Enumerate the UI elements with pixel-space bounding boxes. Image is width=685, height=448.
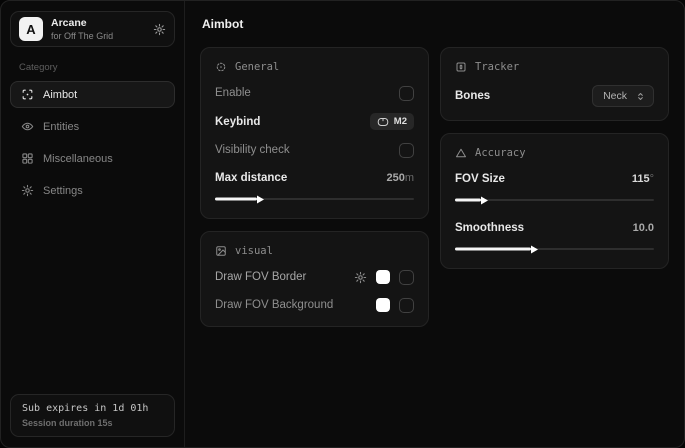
visibility-check-label: Visibility check (215, 144, 290, 156)
gear-icon[interactable] (153, 23, 166, 36)
max-distance-slider[interactable] (215, 193, 414, 205)
smoothness-slider[interactable] (455, 243, 654, 255)
general-card-header: General (215, 59, 414, 73)
app-header-card: A Arcane for Off The Grid (10, 11, 175, 47)
draw-fov-background-controls (376, 298, 414, 313)
fov-size-row: FOV Size 115° (455, 171, 654, 187)
max-distance-number: 250 (386, 172, 404, 184)
sidebar: A Arcane for Off The Grid Category Aimbo… (1, 1, 185, 447)
triangle-angle-icon (455, 147, 467, 159)
right-column: Tracker Bones Neck (440, 47, 669, 269)
grid-icon (21, 152, 34, 165)
sidebar-item-settings[interactable]: Settings (10, 177, 175, 204)
keybind-row: Keybind M2 (215, 113, 414, 130)
tracker-box-icon (455, 61, 467, 73)
fov-size-label: FOV Size (455, 173, 505, 185)
sidebar-item-entities[interactable]: Entities (10, 113, 175, 140)
entities-eye-icon (21, 120, 34, 133)
sidebar-item-label: Settings (43, 185, 83, 197)
fov-border-settings-gear-icon[interactable] (354, 271, 367, 284)
enable-row: Enable (215, 85, 414, 101)
app-subtitle: for Off The Grid (51, 31, 113, 42)
mouse-icon (377, 117, 389, 127)
enable-label: Enable (215, 87, 251, 99)
app-title-block: Arcane for Off The Grid (51, 17, 113, 41)
card-columns: General Enable Keybind M2 (200, 47, 669, 327)
general-card: General Enable Keybind M2 (200, 47, 429, 219)
draw-fov-background-label: Draw FOV Background (215, 299, 333, 311)
sidebar-item-miscellaneous[interactable]: Miscellaneous (10, 145, 175, 172)
visual-card-title: visual (235, 245, 273, 257)
keybind-value: M2 (394, 116, 407, 127)
draw-fov-border-label: Draw FOV Border (215, 271, 306, 283)
draw-fov-border-checkbox[interactable] (399, 270, 414, 285)
smoothness-row: Smoothness 10.0 (455, 220, 654, 236)
fov-size-value: 115° (632, 173, 654, 185)
visibility-check-checkbox[interactable] (399, 143, 414, 158)
session-duration-text: Session duration 15s (22, 418, 163, 428)
max-distance-unit: m (405, 172, 414, 184)
draw-fov-background-row: Draw FOV Background (215, 297, 414, 313)
fov-size-slider[interactable] (455, 194, 654, 206)
keybind-button[interactable]: M2 (370, 113, 414, 130)
left-column: General Enable Keybind M2 (200, 47, 429, 327)
sidebar-item-label: Aimbot (43, 89, 77, 101)
draw-fov-border-controls (354, 270, 414, 285)
accuracy-card: Accuracy FOV Size 115° Smoothness 10.0 (440, 133, 669, 269)
slider-fill-thumb[interactable] (455, 248, 531, 251)
draw-fov-background-checkbox[interactable] (399, 298, 414, 313)
bones-select[interactable]: Neck (592, 85, 654, 107)
fov-border-color-swatch[interactable] (376, 270, 390, 284)
smoothness-value: 10.0 (633, 222, 654, 234)
draw-fov-border-row: Draw FOV Border (215, 269, 414, 285)
visual-card-header: visual (215, 243, 414, 257)
max-distance-label: Max distance (215, 172, 287, 184)
fov-background-color-swatch[interactable] (376, 298, 390, 312)
smoothness-number: 10.0 (633, 222, 654, 234)
subscription-info-card: Sub expires in 1d 01h Session duration 1… (10, 394, 175, 437)
max-distance-row: Max distance 250m (215, 170, 414, 186)
general-card-title: General (235, 61, 279, 73)
app-name: Arcane (51, 17, 113, 30)
visual-card: visual Draw FOV Border Draw (200, 231, 429, 327)
keybind-label: Keybind (215, 116, 260, 128)
fov-size-number: 115 (632, 173, 650, 185)
tracker-card: Tracker Bones Neck (440, 47, 669, 121)
app-window: A Arcane for Off The Grid Category Aimbo… (0, 0, 685, 448)
fov-size-unit: ° (650, 173, 654, 185)
sidebar-item-label: Miscellaneous (43, 153, 113, 165)
slider-fill-thumb[interactable] (215, 198, 257, 201)
sub-expires-text: Sub expires in 1d 01h (22, 403, 163, 414)
image-icon (215, 245, 227, 257)
slider-fill-thumb[interactable] (455, 199, 481, 202)
sidebar-item-aimbot[interactable]: Aimbot (10, 81, 175, 108)
visibility-check-row: Visibility check (215, 142, 414, 158)
bones-select-value: Neck (603, 90, 627, 102)
crosshair-dashed-icon (215, 61, 227, 73)
sidebar-item-label: Entities (43, 121, 79, 133)
accuracy-card-title: Accuracy (475, 147, 526, 159)
smoothness-label: Smoothness (455, 222, 524, 234)
bones-label: Bones (455, 90, 490, 102)
settings-gear-icon (21, 184, 34, 197)
chevrons-up-down-icon (635, 91, 646, 102)
tracker-card-header: Tracker (455, 59, 654, 73)
category-label: Category (19, 62, 175, 73)
main-content: Aimbot General Enable (185, 1, 684, 447)
app-logo: A (19, 17, 43, 41)
bones-row: Bones Neck (455, 85, 654, 107)
crosshair-scan-icon (21, 88, 34, 101)
max-distance-value: 250m (386, 172, 414, 184)
tracker-card-title: Tracker (475, 61, 519, 73)
accuracy-card-header: Accuracy (455, 145, 654, 159)
enable-checkbox[interactable] (399, 86, 414, 101)
page-title: Aimbot (202, 17, 669, 31)
